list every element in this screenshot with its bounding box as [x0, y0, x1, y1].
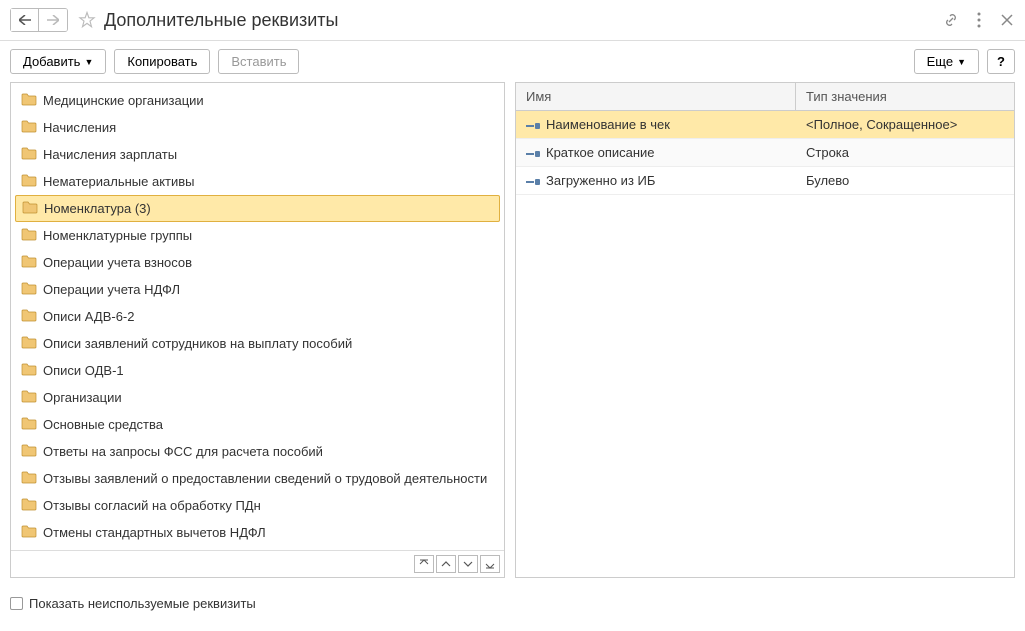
folder-icon [21, 335, 37, 352]
tree-item[interactable]: Отзывы согласий на обработку ПДн [11, 492, 504, 519]
tree[interactable]: Медицинские организации Начисления Начисле… [11, 83, 504, 550]
tree-item[interactable]: Начисления зарплаты [11, 141, 504, 168]
more-button-label: Еще [927, 54, 953, 69]
folder-icon [21, 92, 37, 109]
chevron-down-icon: ▼ [957, 57, 966, 67]
folder-icon [21, 308, 37, 325]
forward-button[interactable] [39, 9, 67, 31]
copy-button[interactable]: Копировать [114, 49, 210, 74]
nav-buttons [10, 8, 68, 32]
tree-item-label: Отзывы заявлений о предоставлении сведен… [43, 471, 487, 486]
folder-icon [21, 281, 37, 298]
table-row[interactable]: Загруженно из ИБ Булево [516, 167, 1014, 195]
folder-icon [21, 497, 37, 514]
page-title: Дополнительные реквизиты [104, 10, 943, 31]
folder-icon [21, 524, 37, 541]
attribute-icon [526, 145, 540, 160]
tree-item[interactable]: Начисления [11, 114, 504, 141]
tree-item-label: Номенклатура (3) [44, 201, 151, 216]
show-unused-checkbox[interactable] [10, 597, 23, 610]
link-icon[interactable] [943, 12, 959, 28]
scroll-bottom-button[interactable] [480, 555, 500, 573]
folder-icon [21, 416, 37, 433]
tree-item[interactable]: Медицинские организации [11, 87, 504, 114]
tree-item[interactable]: Организации [11, 384, 504, 411]
folder-icon [21, 173, 37, 190]
scroll-top-button[interactable] [414, 555, 434, 573]
add-button[interactable]: Добавить ▼ [10, 49, 106, 74]
chevron-down-icon: ▼ [84, 57, 93, 67]
favorite-star-icon[interactable] [78, 11, 96, 29]
add-button-label: Добавить [23, 54, 80, 69]
tree-item-label: Медицинские организации [43, 93, 204, 108]
folder-icon [21, 362, 37, 379]
tree-item[interactable]: Нематериальные активы [11, 168, 504, 195]
close-icon[interactable] [999, 12, 1015, 28]
folder-icon [21, 146, 37, 163]
folder-icon [21, 254, 37, 271]
folder-icon [22, 200, 38, 217]
tree-item[interactable]: Номенклатурные группы [11, 222, 504, 249]
back-button[interactable] [11, 9, 39, 31]
tree-item-label: Операции учета взносов [43, 255, 192, 270]
tree-item[interactable]: Номенклатура (3) [15, 195, 500, 222]
row-name: Краткое описание [546, 145, 655, 160]
table-row[interactable]: Наименование в чек <Полное, Сокращенное> [516, 111, 1014, 139]
tree-item-label: Отзывы согласий на обработку ПДн [43, 498, 261, 513]
tree-item[interactable]: Отзывы заявлений о предоставлении сведен… [11, 465, 504, 492]
scroll-up-button[interactable] [436, 555, 456, 573]
table-body: Наименование в чек<Полное, Сокращенное>К… [516, 111, 1014, 195]
tree-item-label: Операции учета НДФЛ [43, 282, 180, 297]
tree-item[interactable]: Отмены стандартных вычетов НДФЛ [11, 519, 504, 546]
tree-item-label: Отмены стандартных вычетов НДФЛ [43, 525, 266, 540]
folder-icon [21, 119, 37, 136]
tree-item-label: Начисления зарплаты [43, 147, 177, 162]
tree-item[interactable]: Операции учета НДФЛ [11, 276, 504, 303]
row-type: Булево [796, 167, 1014, 194]
tree-item-label: Организации [43, 390, 122, 405]
scroll-down-button[interactable] [458, 555, 478, 573]
tree-item-label: Описи заявлений сотрудников на выплату п… [43, 336, 352, 351]
row-name: Наименование в чек [546, 117, 670, 132]
row-type: <Полное, Сокращенное> [796, 111, 1014, 138]
tree-item-label: Описи ОДВ-1 [43, 363, 124, 378]
tree-item-label: Начисления [43, 120, 116, 135]
tree-item[interactable]: Основные средства [11, 411, 504, 438]
tree-item-label: Описи АДВ-6-2 [43, 309, 134, 324]
paste-button[interactable]: Вставить [218, 49, 299, 74]
attribute-icon [526, 173, 540, 188]
table-row[interactable]: Краткое описание Строка [516, 139, 1014, 167]
tree-item-label: Номенклатурные группы [43, 228, 192, 243]
folder-icon [21, 470, 37, 487]
tree-item[interactable]: Операции учета взносов [11, 249, 504, 276]
tree-item[interactable]: Ответы на запросы ФСС для расчета пособи… [11, 438, 504, 465]
folder-icon [21, 389, 37, 406]
show-unused-label: Показать неиспользуемые реквизиты [29, 596, 256, 611]
folder-icon [21, 227, 37, 244]
kebab-menu-icon[interactable] [971, 12, 987, 28]
help-button[interactable]: ? [987, 49, 1015, 74]
row-type: Строка [796, 139, 1014, 166]
folder-icon [21, 443, 37, 460]
tree-item[interactable]: Описи заявлений сотрудников на выплату п… [11, 330, 504, 357]
tree-item[interactable]: Описи АДВ-6-2 [11, 303, 504, 330]
tree-item-label: Нематериальные активы [43, 174, 195, 189]
column-header-type[interactable]: Тип значения [796, 83, 1014, 110]
more-button[interactable]: Еще ▼ [914, 49, 979, 74]
column-header-name[interactable]: Имя [516, 83, 796, 110]
tree-item[interactable]: Описи ОДВ-1 [11, 357, 504, 384]
row-name: Загруженно из ИБ [546, 173, 655, 188]
tree-item-label: Ответы на запросы ФСС для расчета пособи… [43, 444, 323, 459]
tree-item-label: Основные средства [43, 417, 163, 432]
tree-panel: Медицинские организации Начисления Начисле… [10, 82, 505, 578]
table-header: Имя Тип значения [516, 83, 1014, 111]
attribute-icon [526, 117, 540, 132]
details-panel: Имя Тип значения Наименование в чек <Полн… [515, 82, 1015, 578]
